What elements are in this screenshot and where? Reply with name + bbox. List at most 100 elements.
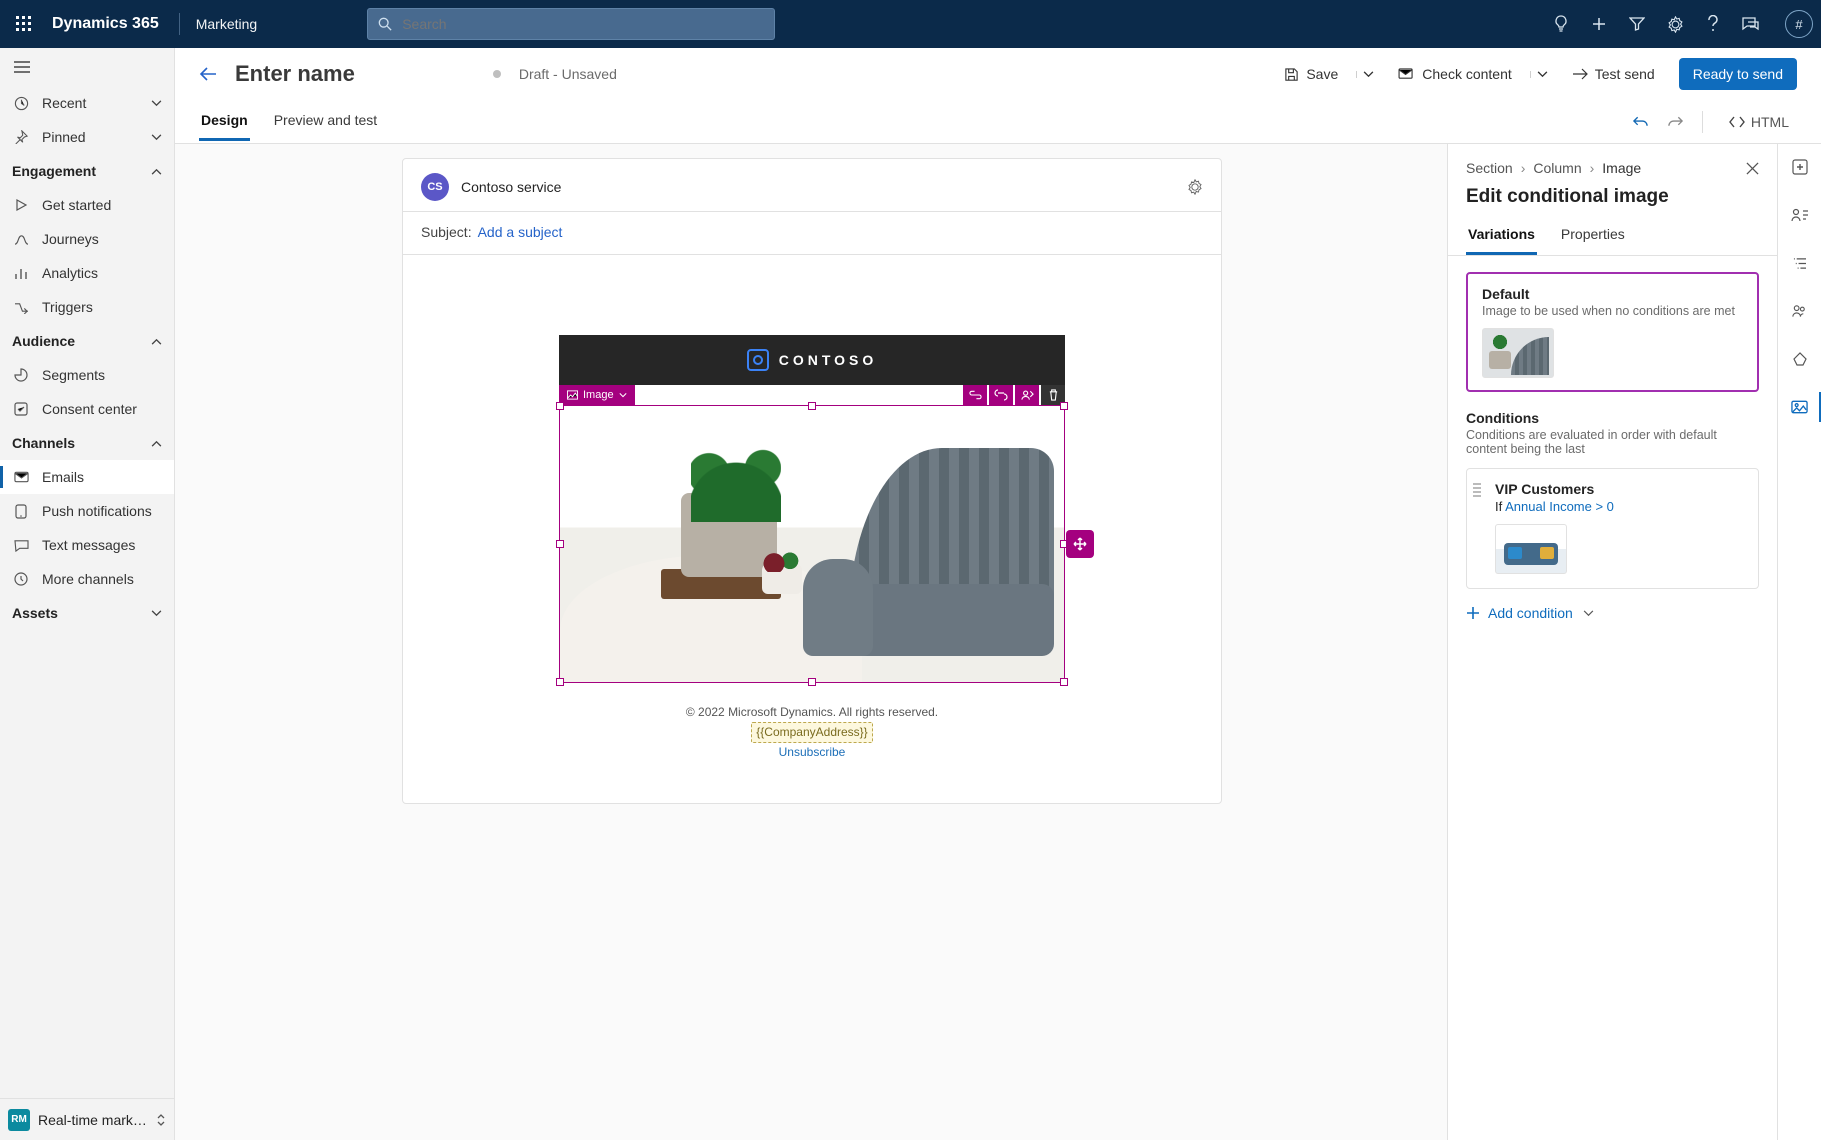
search-input[interactable] — [400, 15, 764, 33]
chevron-down-icon — [1583, 610, 1594, 617]
global-search[interactable] — [367, 8, 775, 40]
default-variation-card[interactable]: Default Image to be used when no conditi… — [1466, 272, 1759, 392]
nav-segments[interactable]: Segments — [0, 358, 174, 392]
segments-icon — [12, 368, 30, 382]
help-icon[interactable] — [1703, 14, 1723, 34]
chat-icon[interactable] — [1741, 14, 1761, 34]
chevron-up-icon — [151, 168, 162, 175]
email-canvas: CS Contoso service Subject: Add a subjec… — [402, 158, 1222, 804]
area-switcher[interactable]: RM Real-time marketi… — [0, 1098, 174, 1140]
back-button[interactable] — [199, 67, 217, 81]
panel-title: Edit conditional image — [1448, 182, 1777, 216]
consent-icon — [12, 402, 30, 416]
rail-brand-icon[interactable] — [1787, 346, 1813, 372]
crumb-section[interactable]: Section — [1466, 160, 1513, 176]
crumb-image: Image — [1602, 160, 1641, 176]
check-dropdown[interactable] — [1530, 71, 1548, 78]
selected-image-element[interactable] — [559, 405, 1065, 683]
nav-triggers[interactable]: Triggers — [0, 290, 174, 324]
nav-recent[interactable]: Recent — [0, 86, 174, 120]
redo-button[interactable] — [1667, 114, 1684, 130]
default-thumb[interactable] — [1482, 328, 1554, 378]
nav-text[interactable]: Text messages — [0, 528, 174, 562]
company-address-token[interactable]: {{CompanyAddress}} — [751, 722, 872, 743]
tab-preview[interactable]: Preview and test — [272, 102, 380, 141]
rail-outline-icon[interactable] — [1787, 250, 1813, 276]
close-panel-icon[interactable] — [1746, 162, 1759, 175]
condition-link[interactable]: Annual Income > 0 — [1505, 499, 1614, 514]
rail-add-icon[interactable] — [1787, 154, 1813, 180]
undo-button[interactable] — [1632, 114, 1649, 130]
ready-to-send-button[interactable]: Ready to send — [1679, 58, 1797, 90]
search-icon — [378, 17, 392, 31]
tab-variations[interactable]: Variations — [1466, 216, 1537, 255]
nav-pinned[interactable]: Pinned — [0, 120, 174, 154]
nav-more-channels[interactable]: More channels — [0, 562, 174, 596]
lightbulb-icon[interactable] — [1551, 14, 1571, 34]
nav-group-assets[interactable]: Assets — [0, 596, 174, 630]
send-icon — [1572, 68, 1588, 80]
drag-handle-icon[interactable] — [1473, 483, 1481, 497]
tab-properties[interactable]: Properties — [1559, 216, 1627, 255]
nav-push[interactable]: Push notifications — [0, 494, 174, 528]
tab-design[interactable]: Design — [199, 102, 250, 141]
panel-body: Default Image to be used when no conditi… — [1448, 256, 1777, 1140]
rail-image-icon[interactable] — [1787, 394, 1813, 420]
test-send-button[interactable]: Test send — [1564, 58, 1663, 90]
nav-group-engagement[interactable]: Engagement — [0, 154, 174, 188]
brand-text: CONTOSO — [779, 352, 878, 368]
add-condition-button[interactable]: Add condition — [1466, 605, 1759, 621]
condition-expression: If Annual Income > 0 — [1495, 499, 1744, 514]
conditions-subtext: Conditions are evaluated in order with d… — [1466, 428, 1759, 456]
chevron-down-icon — [151, 100, 162, 107]
canvas-settings-icon[interactable] — [1187, 179, 1203, 195]
move-handle[interactable] — [1066, 530, 1094, 558]
html-button[interactable]: HTML — [1721, 106, 1797, 138]
personalize-action[interactable] — [1015, 385, 1039, 405]
nav-journeys[interactable]: Journeys — [0, 222, 174, 256]
chevron-down-icon — [619, 392, 627, 398]
condition-thumb[interactable] — [1495, 524, 1567, 574]
user-avatar[interactable]: # — [1785, 10, 1813, 38]
button-label: Test send — [1595, 66, 1655, 82]
check-content-button[interactable]: Check content — [1390, 58, 1520, 90]
nav-emails[interactable]: Emails — [0, 460, 174, 494]
nav-analytics[interactable]: Analytics — [0, 256, 174, 290]
email-brand-header[interactable]: CONTOSO — [559, 335, 1065, 385]
plus-icon[interactable] — [1589, 14, 1609, 34]
condition-card[interactable]: VIP Customers If Annual Income > 0 — [1466, 468, 1759, 589]
nav-group-audience[interactable]: Audience — [0, 324, 174, 358]
rail-personalize-icon[interactable] — [1787, 202, 1813, 228]
trigger-icon — [12, 301, 30, 314]
canvas-scroll[interactable]: CS Contoso service Subject: Add a subjec… — [175, 144, 1447, 1140]
gear-icon[interactable] — [1665, 14, 1685, 34]
page-title[interactable]: Enter name — [235, 61, 355, 87]
unsubscribe-link[interactable]: Unsubscribe — [779, 745, 846, 759]
header-divider — [179, 13, 180, 35]
nav-group-channels[interactable]: Channels — [0, 426, 174, 460]
app-launcher-icon[interactable] — [6, 6, 42, 42]
link-action[interactable] — [963, 385, 987, 405]
sender-name[interactable]: Contoso service — [461, 179, 561, 195]
nav-label: More channels — [42, 571, 134, 587]
rail-audience-icon[interactable] — [1787, 298, 1813, 324]
filter-icon[interactable] — [1627, 14, 1647, 34]
save-dropdown[interactable] — [1356, 71, 1374, 78]
nav-label: Triggers — [42, 299, 93, 315]
nav-label: Text messages — [42, 537, 135, 553]
crumb-column[interactable]: Column — [1533, 160, 1581, 176]
area-badge: RM — [8, 1109, 30, 1131]
element-chip[interactable]: Image — [559, 385, 635, 405]
conditional-action[interactable] — [989, 385, 1013, 405]
nav-consent[interactable]: Consent center — [0, 392, 174, 426]
condition-name: VIP Customers — [1495, 481, 1744, 497]
brand-title: Dynamics 365 — [52, 15, 159, 33]
nav-get-started[interactable]: Get started — [0, 188, 174, 222]
hamburger-icon[interactable] — [0, 48, 174, 86]
email-body[interactable]: CONTOSO Image — [403, 255, 1221, 803]
save-button[interactable]: Save — [1276, 58, 1346, 90]
app-name[interactable]: Marketing — [196, 16, 257, 32]
updown-icon — [156, 1113, 166, 1127]
add-subject-link[interactable]: Add a subject — [478, 224, 563, 240]
nav-group-label: Channels — [12, 435, 75, 451]
